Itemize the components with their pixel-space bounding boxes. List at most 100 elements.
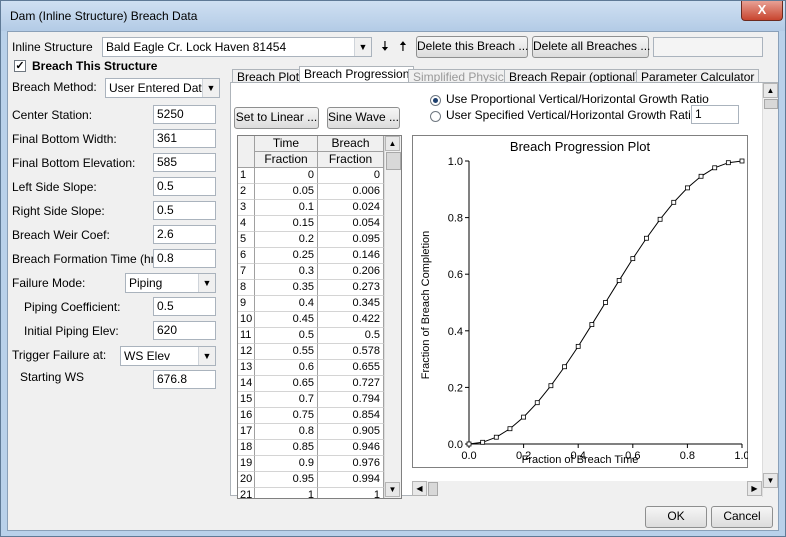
time-fraction-cell[interactable]: 0.75 [255,408,318,424]
time-fraction-cell[interactable]: 0.35 [255,280,318,296]
breach-fraction-cell[interactable]: 0.905 [318,424,384,440]
table-row[interactable]: 100 [238,168,384,184]
breach-fraction-cell[interactable]: 0.794 [318,392,384,408]
set-to-linear-button[interactable]: Set to Linear ... [234,107,319,129]
table-row[interactable]: 6 0.25 0.146 [238,248,384,264]
table-row[interactable]: 12 0.55 0.578 [238,344,384,360]
time-fraction-cell[interactable]: 0.8 [255,424,318,440]
table-row[interactable]: 10 0.45 0.422 [238,312,384,328]
table-row[interactable]: 15 0.7 0.794 [238,392,384,408]
breach-fraction-cell[interactable]: 0.994 [318,472,384,488]
time-fraction-cell[interactable]: 1 [255,488,318,498]
scroll-up-icon[interactable]: ▲ [385,136,400,151]
field-input[interactable]: 0.8 [153,249,216,268]
breach-fraction-cell[interactable]: 0.006 [318,184,384,200]
breach-fraction-cell[interactable]: 0.422 [318,312,384,328]
table-row[interactable]: 9 0.4 0.345 [238,296,384,312]
field-input[interactable]: 0.5 [153,201,216,220]
time-fraction-cell[interactable]: 0.45 [255,312,318,328]
scroll-down-icon[interactable]: ▼ [763,473,778,488]
time-fraction-cell[interactable]: 0.4 [255,296,318,312]
piping-coefficient-input[interactable]: 0.5 [153,297,216,316]
breach-fraction-cell[interactable]: 0.655 [318,360,384,376]
table-row[interactable]: 2 0.05 0.006 [238,184,384,200]
plot-vscroll-thumb[interactable] [764,99,778,109]
breach-fraction-cell[interactable]: 0.854 [318,408,384,424]
breach-fraction-cell[interactable]: 0.024 [318,200,384,216]
time-fraction-cell[interactable]: 0.55 [255,344,318,360]
field-input[interactable]: 0.5 [153,177,216,196]
table-row[interactable]: 21 1 1 [238,488,384,498]
time-fraction-cell[interactable]: 0.1 [255,200,318,216]
time-fraction-cell[interactable]: 0.9 [255,456,318,472]
close-button[interactable]: X [741,1,783,21]
time-fraction-cell[interactable]: 0.05 [255,184,318,200]
table-row[interactable]: 8 0.35 0.273 [238,280,384,296]
sine-wave-button[interactable]: Sine Wave ... [327,107,400,129]
table-row[interactable]: 5 0.2 0.095 [238,232,384,248]
scroll-right-icon[interactable]: ▶ [747,481,762,496]
breach-fraction-cell[interactable]: 0.578 [318,344,384,360]
table-row[interactable]: 11 0.5 0.5 [238,328,384,344]
delete-breach-button[interactable]: Delete this Breach ... [416,36,528,58]
field-input[interactable]: 361 [153,129,216,148]
inline-structure-select[interactable]: Bald Eagle Cr. Lock Haven 81454 ▼ [102,37,372,57]
table-row[interactable]: 18 0.85 0.946 [238,440,384,456]
title-bar[interactable]: Dam (Inline Structure) Breach Data X [1,1,785,31]
trigger-failure-select[interactable]: WS Elev ▼ [120,346,216,366]
delete-all-breaches-button[interactable]: Delete all Breaches ... [532,36,650,58]
time-fraction-cell[interactable]: 0.6 [255,360,318,376]
breach-fraction-cell[interactable]: 0.345 [318,296,384,312]
table-row[interactable]: 17 0.8 0.905 [238,424,384,440]
time-fraction-cell[interactable]: 0.5 [255,328,318,344]
breach-fraction-cell[interactable]: 0 [318,168,384,184]
breach-fraction-cell[interactable]: 0.095 [318,232,384,248]
table-row[interactable]: 3 0.1 0.024 [238,200,384,216]
progression-table[interactable]: Time Fraction Breach Fraction 1 0 0 2 0.05 0.… [237,135,402,499]
time-fraction-cell[interactable]: 0.15 [255,216,318,232]
scroll-up-icon[interactable]: ▲ [763,83,778,98]
plot-horizontal-scrollbar[interactable]: ◀ ▶ [412,481,762,496]
breach-fraction-cell[interactable]: 0.976 [318,456,384,472]
table-row[interactable]: 14 0.65 0.727 [238,376,384,392]
scroll-thumb[interactable] [386,152,401,170]
breach-fraction-cell[interactable]: 0.273 [318,280,384,296]
time-fraction-cell[interactable]: 0.95 [255,472,318,488]
breach-fraction-cell[interactable]: 0.946 [318,440,384,456]
table-row[interactable]: 13 0.6 0.655 [238,360,384,376]
time-fraction-cell[interactable]: 0.3 [255,264,318,280]
breach-fraction-cell[interactable]: 0.206 [318,264,384,280]
breach-fraction-cell[interactable]: 0.054 [318,216,384,232]
breach-fraction-cell[interactable]: 0.146 [318,248,384,264]
scroll-down-icon[interactable]: ▼ [385,482,400,497]
breach-method-select[interactable]: User Entered Data ▼ [105,78,220,98]
time-fraction-cell[interactable]: 0.25 [255,248,318,264]
previous-structure-button[interactable]: 🠇 [377,37,393,59]
time-fraction-cell[interactable]: 0.65 [255,376,318,392]
starting-ws-input[interactable]: 676.8 [153,370,216,389]
field-input[interactable]: 585 [153,153,216,172]
breach-structure-checkbox[interactable]: ✓ [14,60,26,72]
table-row[interactable]: 4 0.15 0.054 [238,216,384,232]
growth-ratio-input[interactable]: 1 [691,105,739,124]
ok-button[interactable]: OK [645,506,707,528]
initial-piping-elev-input[interactable]: 620 [153,321,216,340]
breach-fraction-cell[interactable]: 1 [318,488,384,498]
failure-mode-select[interactable]: Piping ▼ [125,273,216,293]
breach-fraction-cell[interactable]: 0.5 [318,328,384,344]
breach-fraction-cell[interactable]: 0.727 [318,376,384,392]
user-growth-radio[interactable] [430,111,441,122]
table-row[interactable]: 19 0.9 0.976 [238,456,384,472]
time-fraction-cell[interactable]: 0.85 [255,440,318,456]
time-fraction-cell[interactable]: 0.7 [255,392,318,408]
table-row[interactable]: 7 0.3 0.206 [238,264,384,280]
time-fraction-cell[interactable]: 0 [255,168,318,184]
table-row[interactable]: 20 0.95 0.994 [238,472,384,488]
cancel-button[interactable]: Cancel [711,506,773,528]
field-input[interactable]: 5250 [153,105,216,124]
field-input[interactable]: 2.6 [153,225,216,244]
plot-hscroll-thumb[interactable] [428,482,438,496]
time-fraction-cell[interactable]: 0.2 [255,232,318,248]
plot-vertical-scrollbar[interactable]: ▲ ▼ [762,83,778,497]
proportional-growth-radio[interactable] [430,95,441,106]
